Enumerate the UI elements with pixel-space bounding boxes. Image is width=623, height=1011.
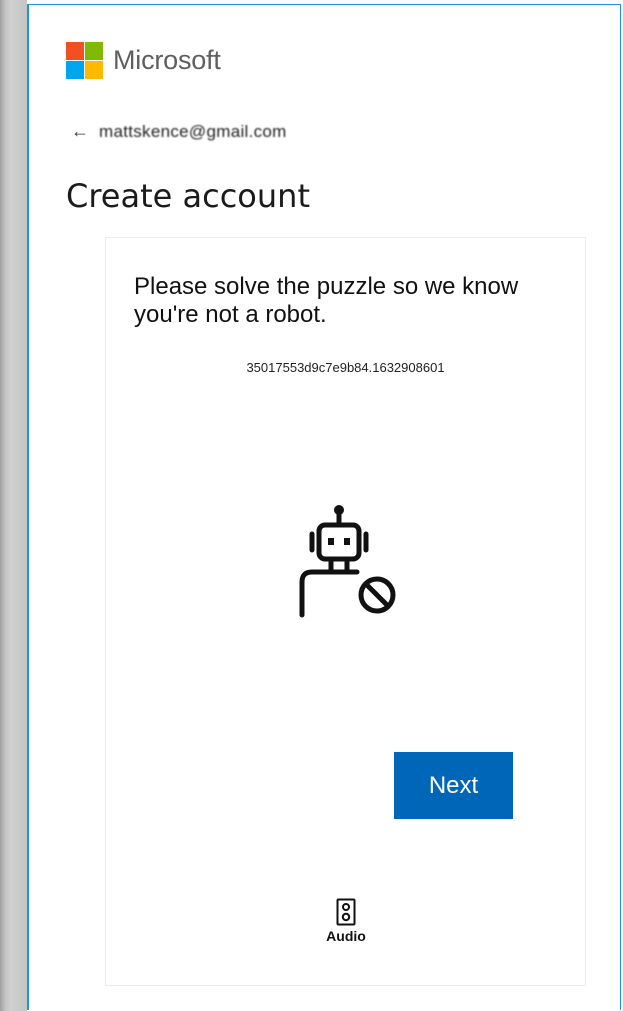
session-id: 35017553d9c7e9b84.1632908601 [246, 360, 445, 375]
next-button[interactable]: Next [394, 752, 513, 819]
back-arrow-icon: ← [71, 121, 89, 141]
frame-edge [0, 0, 6, 1011]
audio-button[interactable]: Audio [316, 898, 376, 944]
brand-name: Microsoft [113, 45, 221, 75]
robot-svg [299, 505, 396, 618]
logo-yellow-square [85, 61, 103, 79]
signup-dialog: Microsoft ← mattskence@gmail.com Create … [27, 4, 621, 1010]
puzzle-card: Please solve the puzzle so we know you'r… [105, 237, 586, 986]
back-to-email-button[interactable]: ← mattskence@gmail.com [71, 121, 287, 142]
logo-blue-square [66, 61, 84, 79]
window-left-frame [0, 0, 27, 1011]
page-title: Create account [66, 177, 310, 215]
email-address: mattskence@gmail.com [99, 121, 287, 141]
microsoft-logo: Microsoft [66, 42, 221, 79]
robot-blocked-icon [291, 500, 401, 620]
logo-green-square [85, 42, 103, 60]
logo-red-square [66, 42, 84, 60]
audio-label: Audio [326, 928, 366, 944]
microsoft-logo-icon [66, 42, 103, 79]
puzzle-prompt: Please solve the puzzle so we know you'r… [134, 273, 519, 328]
speaker-icon [336, 898, 356, 926]
